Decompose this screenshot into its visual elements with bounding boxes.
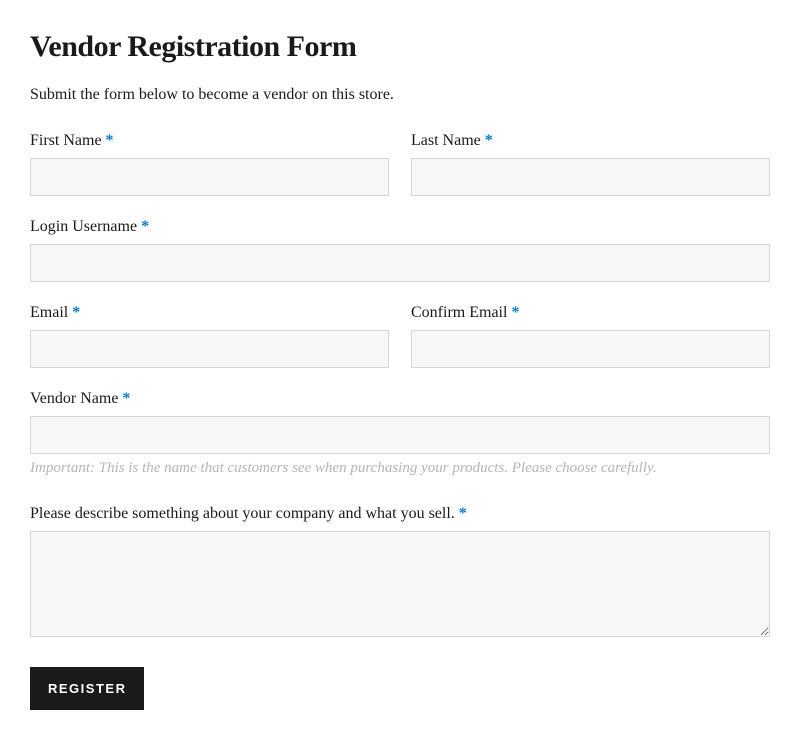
confirm-email-group: Confirm Email *	[411, 304, 770, 368]
first-name-input[interactable]	[30, 158, 389, 196]
vendor-registration-form: First Name * Last Name * Login Username …	[30, 132, 770, 710]
description-textarea[interactable]	[30, 531, 770, 637]
email-input[interactable]	[30, 330, 389, 368]
vendor-name-input[interactable]	[30, 416, 770, 454]
vendor-name-group: Vendor Name * Important: This is the nam…	[30, 390, 770, 477]
required-indicator: *	[485, 132, 493, 149]
register-button[interactable]: REGISTER	[30, 667, 144, 710]
required-indicator: *	[122, 390, 130, 407]
description-group: Please describe something about your com…	[30, 505, 770, 637]
page-subtitle: Submit the form below to become a vendor…	[30, 86, 770, 104]
required-indicator: *	[106, 132, 114, 149]
required-indicator: *	[72, 304, 80, 321]
email-group: Email *	[30, 304, 389, 368]
login-username-label: Login Username *	[30, 218, 770, 236]
page-title: Vendor Registration Form	[30, 30, 770, 64]
last-name-input[interactable]	[411, 158, 770, 196]
last-name-label: Last Name *	[411, 132, 770, 150]
vendor-name-label: Vendor Name *	[30, 390, 770, 408]
confirm-email-label: Confirm Email *	[411, 304, 770, 322]
first-name-group: First Name *	[30, 132, 389, 196]
first-name-label: First Name *	[30, 132, 389, 150]
last-name-group: Last Name *	[411, 132, 770, 196]
email-label: Email *	[30, 304, 389, 322]
description-label: Please describe something about your com…	[30, 505, 770, 523]
required-indicator: *	[511, 304, 519, 321]
required-indicator: *	[141, 218, 149, 235]
login-username-input[interactable]	[30, 244, 770, 282]
login-username-group: Login Username *	[30, 218, 770, 282]
confirm-email-input[interactable]	[411, 330, 770, 368]
vendor-name-hint: Important: This is the name that custome…	[30, 460, 770, 477]
required-indicator: *	[459, 505, 467, 522]
